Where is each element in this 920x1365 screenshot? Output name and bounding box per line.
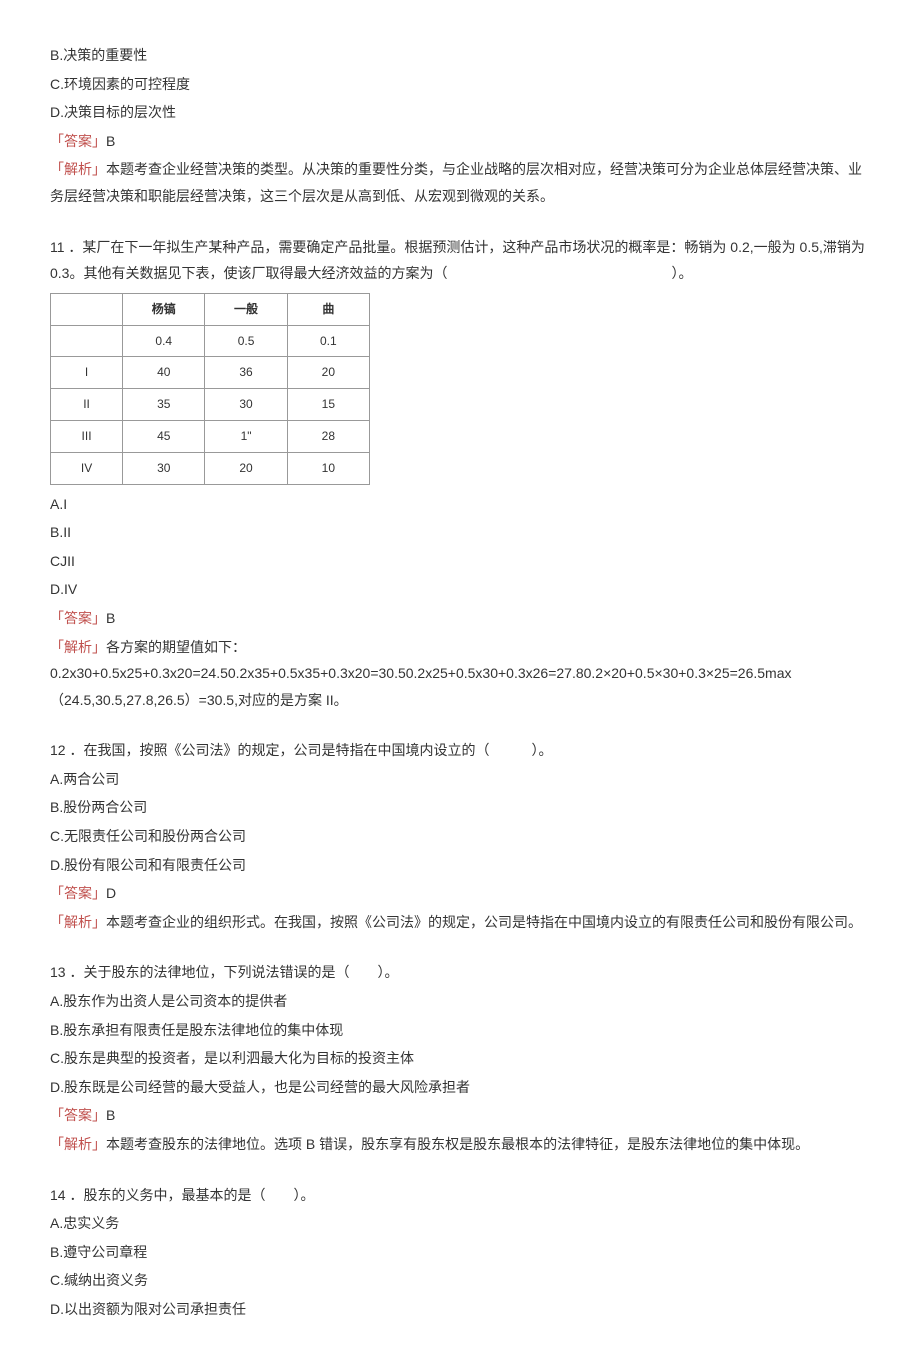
table-cell — [51, 325, 123, 357]
table-cell: 36 — [205, 357, 287, 389]
table-cell — [51, 293, 123, 325]
table-cell: 20 — [287, 357, 369, 389]
table-cell: 28 — [287, 420, 369, 452]
table-header: 曲 — [287, 293, 369, 325]
table-cell: 0.4 — [123, 325, 205, 357]
table-row-label: IV — [51, 452, 123, 484]
q12-answer: 「答案」D — [50, 880, 870, 907]
q13-stem: 13 ．关于股东的法律地位，下列说法错误的是（ ）。 — [50, 959, 870, 986]
answer-value: D — [106, 885, 116, 901]
q12-option-c: C.无限责任公司和股份两合公司 — [50, 823, 870, 850]
table-cell: 10 — [287, 452, 369, 484]
table-cell: 40 — [123, 357, 205, 389]
explanation-text: 本题考查企业经营决策的类型。从决策的重要性分类，与企业战略的层次相对应，经营决策… — [50, 161, 862, 204]
q13-answer: 「答案」B — [50, 1102, 870, 1129]
table-header: 一般 — [205, 293, 287, 325]
explanation-label: 「解析」 — [50, 161, 106, 177]
answer-value: B — [106, 133, 115, 149]
q11-option-d: D.IV — [50, 576, 870, 603]
explanation-label: 「解析」 — [50, 1136, 106, 1152]
q13-explanation: 「解析」本题考查股东的法律地位。选项 B 错误，股东享有股东权是股东最根本的法律… — [50, 1131, 870, 1158]
q10-option-b: B.决策的重要性 — [50, 42, 870, 69]
explanation-label: 「解析」 — [50, 639, 106, 655]
answer-value: B — [106, 1107, 115, 1123]
answer-label: 「答案」 — [50, 133, 106, 149]
table-cell: 45 — [123, 420, 205, 452]
q13-option-d: D.股东既是公司经营的最大受益人，也是公司经营的最大风险承担者 — [50, 1074, 870, 1101]
q14-option-d: D.以出资额为限对公司承担责任 — [50, 1296, 870, 1323]
q10-explanation: 「解析」本题考查企业经营决策的类型。从决策的重要性分类，与企业战略的层次相对应，… — [50, 156, 870, 209]
table-header: 杨镐 — [123, 293, 205, 325]
table-cell: 0.5 — [205, 325, 287, 357]
q14-stem: 14 ．股东的义务中，最基本的是（ ）。 — [50, 1182, 870, 1209]
q11-option-a: A.I — [50, 491, 870, 518]
q10-option-c: C.环境因素的可控程度 — [50, 71, 870, 98]
table-cell: 0.1 — [287, 325, 369, 357]
q14-option-c: C.缄纳出资义务 — [50, 1267, 870, 1294]
q10-option-d: D.决策目标的层次性 — [50, 99, 870, 126]
q11-stem: 11 ．某厂在下一年拟生产某种产品，需要确定产品批量。根据预测估计，这种产品市场… — [50, 234, 870, 287]
q12-option-d: D.股份有限公司和有限责任公司 — [50, 852, 870, 879]
q11-option-b: B.II — [50, 519, 870, 546]
q11-explanation: 「解析」各方案的期望值如下：0.2x30+0.5x25+0.3x20=24.50… — [50, 634, 870, 714]
table-row-label: I — [51, 357, 123, 389]
explanation-text: 本题考查企业的组织形式。在我国，按照《公司法》的规定，公司是特指在中国境内设立的… — [106, 914, 862, 930]
q12-stem: 12 ．在我国，按照《公司法》的规定，公司是特指在中国境内设立的（ ）。 — [50, 737, 870, 764]
answer-label: 「答案」 — [50, 1107, 106, 1123]
answer-label: 「答案」 — [50, 885, 106, 901]
q13-option-b: B.股东承担有限责任是股东法律地位的集中体现 — [50, 1017, 870, 1044]
table-cell: 30 — [123, 452, 205, 484]
q13-option-a: A.股东作为出资人是公司资本的提供者 — [50, 988, 870, 1015]
q11-option-c: CJII — [50, 548, 870, 575]
table-cell: 15 — [287, 389, 369, 421]
explanation-label: 「解析」 — [50, 914, 106, 930]
table-row-label: III — [51, 420, 123, 452]
table-row-label: II — [51, 389, 123, 421]
q14-option-b: B.遵守公司章程 — [50, 1239, 870, 1266]
q14-option-a: A.忠实义务 — [50, 1210, 870, 1237]
table-cell: 1" — [205, 420, 287, 452]
q12-option-a: A.两合公司 — [50, 766, 870, 793]
explanation-text: 各方案的期望值如下：0.2x30+0.5x25+0.3x20=24.50.2x3… — [50, 639, 792, 708]
q13-option-c: C.股东是典型的投资者，是以利泗最大化为目标的投资主体 — [50, 1045, 870, 1072]
table-cell: 35 — [123, 389, 205, 421]
explanation-text: 本题考查股东的法律地位。选项 B 错误，股东享有股东权是股东最根本的法律特征，是… — [106, 1136, 809, 1152]
table-cell: 20 — [205, 452, 287, 484]
q11-table: 杨镐 一般 曲 0.4 0.5 0.1 I 40 36 20 II 35 30 … — [50, 293, 370, 485]
table-cell: 30 — [205, 389, 287, 421]
q12-option-b: B.股份两合公司 — [50, 794, 870, 821]
q12-explanation: 「解析」本题考查企业的组织形式。在我国，按照《公司法》的规定，公司是特指在中国境… — [50, 909, 870, 936]
q11-answer: 「答案」B — [50, 605, 870, 632]
q10-answer: 「答案」B — [50, 128, 870, 155]
answer-value: B — [106, 610, 115, 626]
answer-label: 「答案」 — [50, 610, 106, 626]
